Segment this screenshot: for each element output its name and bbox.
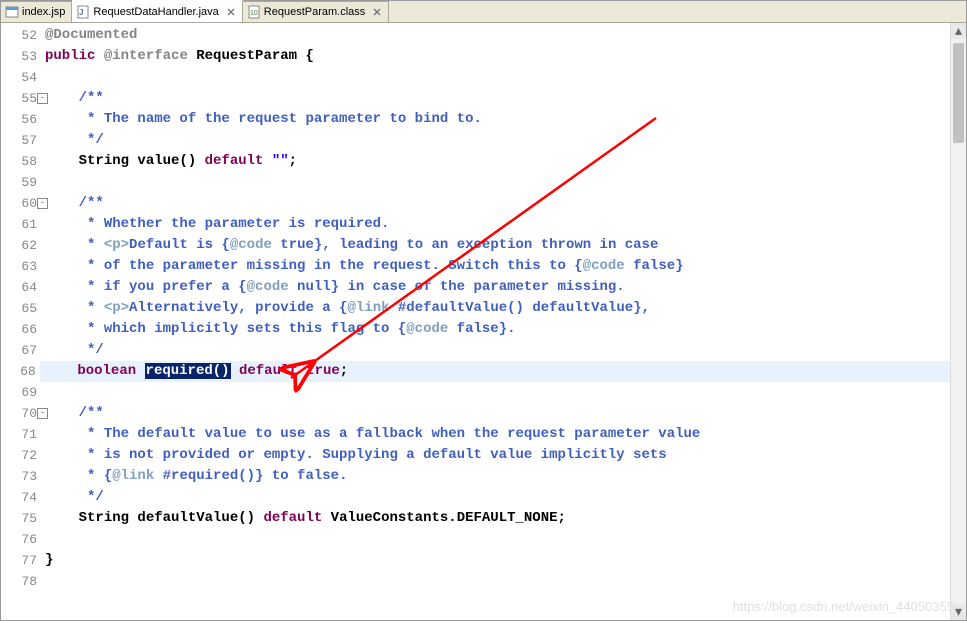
- class-file-icon: 10: [247, 5, 261, 19]
- code-content: * if you prefer a {@code null} in case o…: [45, 277, 625, 298]
- code-line[interactable]: 54: [5, 67, 966, 88]
- fold-toggle-icon[interactable]: -: [37, 198, 48, 209]
- code-line[interactable]: 57 */: [5, 130, 966, 151]
- line-number: 68: [5, 361, 44, 382]
- code-line[interactable]: 68 boolean required() default true;: [5, 361, 966, 382]
- line-number: 73: [5, 466, 45, 487]
- code-line[interactable]: 70- /**: [5, 403, 966, 424]
- code-line[interactable]: 74 */: [5, 487, 966, 508]
- line-number: 63: [5, 256, 45, 277]
- line-number: 53: [5, 46, 45, 67]
- vertical-scrollbar[interactable]: ▴ ▾: [950, 23, 966, 620]
- line-number: 78: [5, 571, 45, 592]
- code-content: */: [45, 340, 104, 361]
- code-line[interactable]: 63 * of the parameter missing in the req…: [5, 256, 966, 277]
- code-content: * of the parameter missing in the reques…: [45, 256, 684, 277]
- code-content: String defaultValue() default ValueConst…: [45, 508, 566, 529]
- line-number: 72: [5, 445, 45, 466]
- tab-label: index.jsp: [22, 6, 65, 18]
- line-number: 71: [5, 424, 45, 445]
- code-content: String value() default "";: [45, 151, 297, 172]
- code-content: /**: [45, 193, 104, 214]
- line-number: 62: [5, 235, 45, 256]
- code-line[interactable]: 61 * Whether the parameter is required.: [5, 214, 966, 235]
- line-number: 70-: [5, 403, 45, 424]
- scroll-up-button[interactable]: ▴: [951, 23, 966, 39]
- code-line[interactable]: 55- /**: [5, 88, 966, 109]
- editor-tab[interactable]: J RequestDataHandler.java: [72, 0, 242, 22]
- tab-label: RequestParam.class: [264, 6, 366, 18]
- scroll-down-button[interactable]: ▾: [951, 604, 966, 620]
- svg-text:10: 10: [250, 10, 258, 17]
- code-line[interactable]: 56 * The name of the request parameter t…: [5, 109, 966, 130]
- code-content: }: [45, 550, 53, 571]
- code-content: @Documented: [45, 25, 137, 46]
- java-file-icon: J: [76, 5, 90, 19]
- line-number: 55-: [5, 88, 45, 109]
- line-number: 74: [5, 487, 45, 508]
- close-icon[interactable]: [226, 7, 236, 17]
- editor-tab[interactable]: index.jsp: [1, 1, 72, 22]
- line-number: 66: [5, 319, 45, 340]
- code-area[interactable]: 52@Documented53public @interface Request…: [1, 23, 966, 620]
- code-content: * The name of the request parameter to b…: [45, 109, 482, 130]
- code-line[interactable]: 72 * is not provided or empty. Supplying…: [5, 445, 966, 466]
- close-icon[interactable]: [372, 7, 382, 17]
- fold-toggle-icon[interactable]: -: [37, 408, 48, 419]
- code-line[interactable]: 62 * <p>Default is {@code true}, leading…: [5, 235, 966, 256]
- line-number: 76: [5, 529, 45, 550]
- code-content: */: [45, 130, 104, 151]
- code-line[interactable]: 65 * <p>Alternatively, provide a {@link …: [5, 298, 966, 319]
- code-content: * which implicitly sets this flag to {@c…: [45, 319, 516, 340]
- code-content: /**: [45, 88, 104, 109]
- code-line[interactable]: 77}: [5, 550, 966, 571]
- line-number: 61: [5, 214, 45, 235]
- tab-label: RequestDataHandler.java: [93, 6, 218, 18]
- code-line[interactable]: 75 String defaultValue() default ValueCo…: [5, 508, 966, 529]
- line-number: 64: [5, 277, 45, 298]
- code-content: * <p>Alternatively, provide a {@link #de…: [45, 298, 650, 319]
- code-line[interactable]: 76: [5, 529, 966, 550]
- svg-text:J: J: [79, 8, 83, 17]
- fold-toggle-icon[interactable]: -: [37, 93, 48, 104]
- editor-tabbar: index.jsp J RequestDataHandler.java 10 Reque…: [1, 1, 966, 23]
- scroll-thumb[interactable]: [953, 43, 964, 143]
- code-line[interactable]: 69: [5, 382, 966, 403]
- code-line[interactable]: 73 * {@link #required()} to false.: [5, 466, 966, 487]
- editor-tab[interactable]: 10 RequestParam.class: [243, 1, 390, 22]
- code-content: * The default value to use as a fallback…: [45, 424, 700, 445]
- line-number: 54: [5, 67, 45, 88]
- line-number: 59: [5, 172, 45, 193]
- code-line[interactable]: 71 * The default value to use as a fallb…: [5, 424, 966, 445]
- line-number: 56: [5, 109, 45, 130]
- line-number: 77: [5, 550, 45, 571]
- code-line[interactable]: 60- /**: [5, 193, 966, 214]
- line-number: 58: [5, 151, 45, 172]
- code-line[interactable]: 58 String value() default "";: [5, 151, 966, 172]
- code-content: * <p>Default is {@code true}, leading to…: [45, 235, 658, 256]
- code-content: boolean required() default true;: [40, 361, 966, 382]
- line-number: 69: [5, 382, 45, 403]
- line-number: 57: [5, 130, 45, 151]
- code-line[interactable]: 64 * if you prefer a {@code null} in cas…: [5, 277, 966, 298]
- code-line[interactable]: 59: [5, 172, 966, 193]
- code-content: */: [45, 487, 104, 508]
- code-content: * Whether the parameter is required.: [45, 214, 389, 235]
- code-line[interactable]: 52@Documented: [5, 25, 966, 46]
- line-number: 52: [5, 25, 45, 46]
- line-number: 67: [5, 340, 45, 361]
- code-content: * {@link #required()} to false.: [45, 466, 347, 487]
- code-line[interactable]: 67 */: [5, 340, 966, 361]
- line-number: 65: [5, 298, 45, 319]
- code-line[interactable]: 66 * which implicitly sets this flag to …: [5, 319, 966, 340]
- code-content: /**: [45, 403, 104, 424]
- code-content: * is not provided or empty. Supplying a …: [45, 445, 667, 466]
- jsp-file-icon: [5, 5, 19, 19]
- line-number: 60-: [5, 193, 45, 214]
- line-number: 75: [5, 508, 45, 529]
- code-line[interactable]: 53public @interface RequestParam {: [5, 46, 966, 67]
- code-content: public @interface RequestParam {: [45, 46, 314, 67]
- code-editor: 52@Documented53public @interface Request…: [1, 23, 966, 620]
- code-line[interactable]: 78: [5, 571, 966, 592]
